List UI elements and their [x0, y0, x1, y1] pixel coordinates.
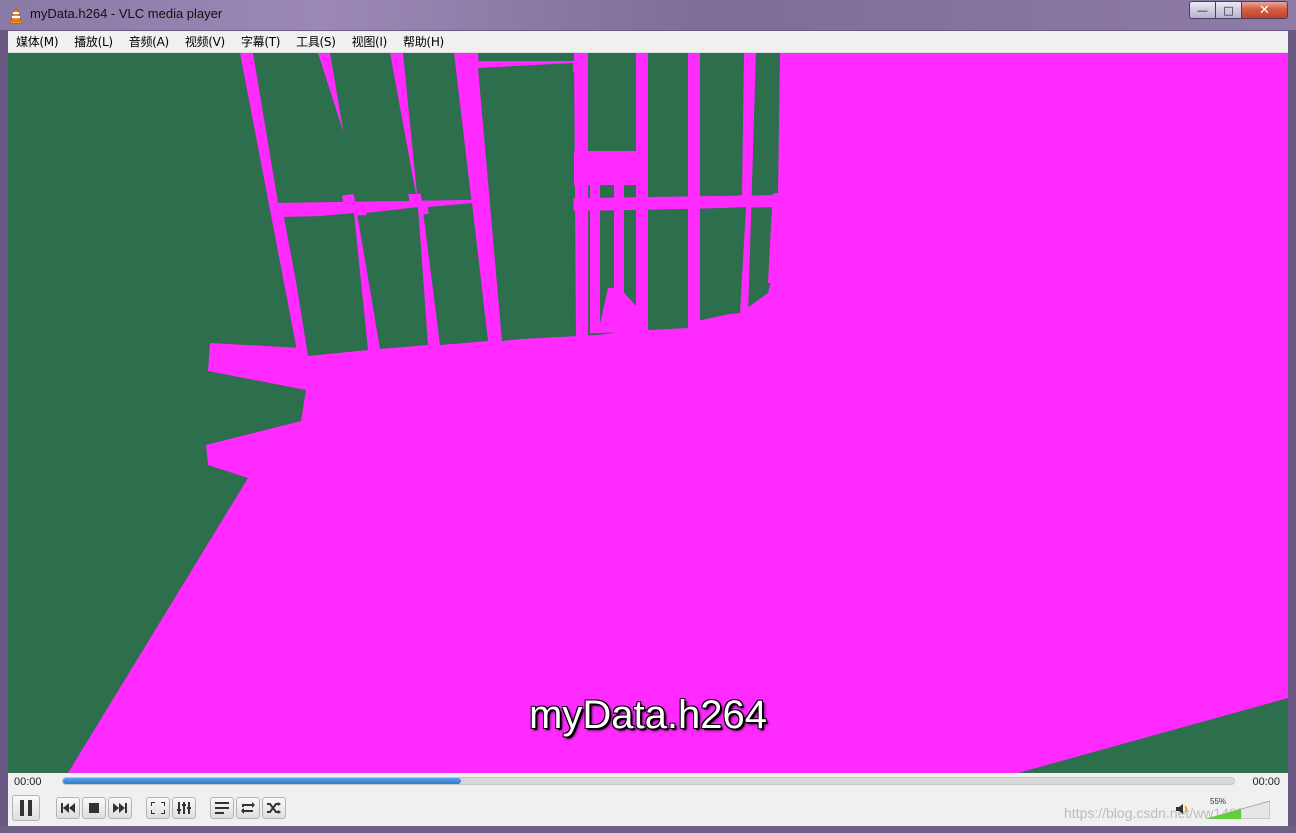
window-controls: — □ ✕: [1189, 1, 1288, 19]
volume-control[interactable]: 55%: [1176, 797, 1272, 821]
menu-bar: 媒体(M) 播放(L) 音频(A) 视频(V) 字幕(T) 工具(S) 视图(I…: [8, 31, 1288, 53]
stop-button[interactable]: [82, 797, 106, 819]
maximize-icon: □: [1223, 3, 1234, 17]
vlc-window: myData.h264 - VLC media player — □ ✕ 媒体(…: [0, 0, 1296, 833]
window-bottom-border: [0, 826, 1296, 833]
minimize-icon: —: [1197, 3, 1208, 17]
previous-icon: [61, 803, 75, 813]
seek-slider[interactable]: [62, 777, 1235, 785]
controls-panel: 00:00 00:00 https://blog.csdn.net/ww1407…: [8, 773, 1288, 826]
title-bar[interactable]: myData.h264 - VLC media player — □ ✕: [0, 0, 1296, 30]
speaker-icon: [1176, 804, 1188, 814]
fullscreen-icon: [151, 802, 165, 814]
equalizer-icon: [177, 802, 191, 814]
vlc-cone-icon: [9, 6, 23, 24]
seek-progress: [63, 778, 462, 784]
fullscreen-button[interactable]: [146, 797, 170, 819]
shuffle-icon: [267, 802, 281, 814]
loop-button[interactable]: [236, 797, 260, 819]
menu-playback[interactable]: 播放(L): [66, 33, 121, 50]
menu-subtitle[interactable]: 字幕(T): [233, 33, 288, 50]
menu-help[interactable]: 帮助(H): [395, 33, 452, 50]
menu-view[interactable]: 视图(I): [344, 33, 395, 50]
maximize-button[interactable]: □: [1216, 1, 1242, 19]
minimize-button[interactable]: —: [1189, 1, 1216, 19]
next-icon: [113, 803, 127, 813]
volume-slider[interactable]: [1206, 801, 1270, 819]
video-frame: [68, 53, 1288, 773]
close-button[interactable]: ✕: [1242, 1, 1288, 19]
menu-video[interactable]: 视频(V): [177, 33, 233, 50]
next-button[interactable]: [108, 797, 132, 819]
video-title-overlay: myData.h264: [529, 693, 767, 737]
loop-icon: [241, 802, 255, 814]
menu-audio[interactable]: 音频(A): [121, 33, 177, 50]
pause-button[interactable]: [12, 795, 40, 821]
extended-settings-button[interactable]: [172, 797, 196, 819]
window-title: myData.h264 - VLC media player: [30, 6, 223, 21]
elapsed-time[interactable]: 00:00: [14, 776, 42, 788]
close-icon: ✕: [1259, 2, 1270, 18]
previous-button[interactable]: [56, 797, 80, 819]
total-time[interactable]: 00:00: [1252, 776, 1280, 788]
video-canvas[interactable]: myData.h264: [8, 53, 1288, 773]
menu-tools[interactable]: 工具(S): [288, 33, 343, 50]
stop-icon: [89, 803, 99, 813]
playlist-button[interactable]: [210, 797, 234, 819]
random-button[interactable]: [262, 797, 286, 819]
menu-media[interactable]: 媒体(M): [8, 33, 66, 50]
pause-icon: [20, 800, 32, 816]
playlist-icon: [215, 802, 229, 814]
